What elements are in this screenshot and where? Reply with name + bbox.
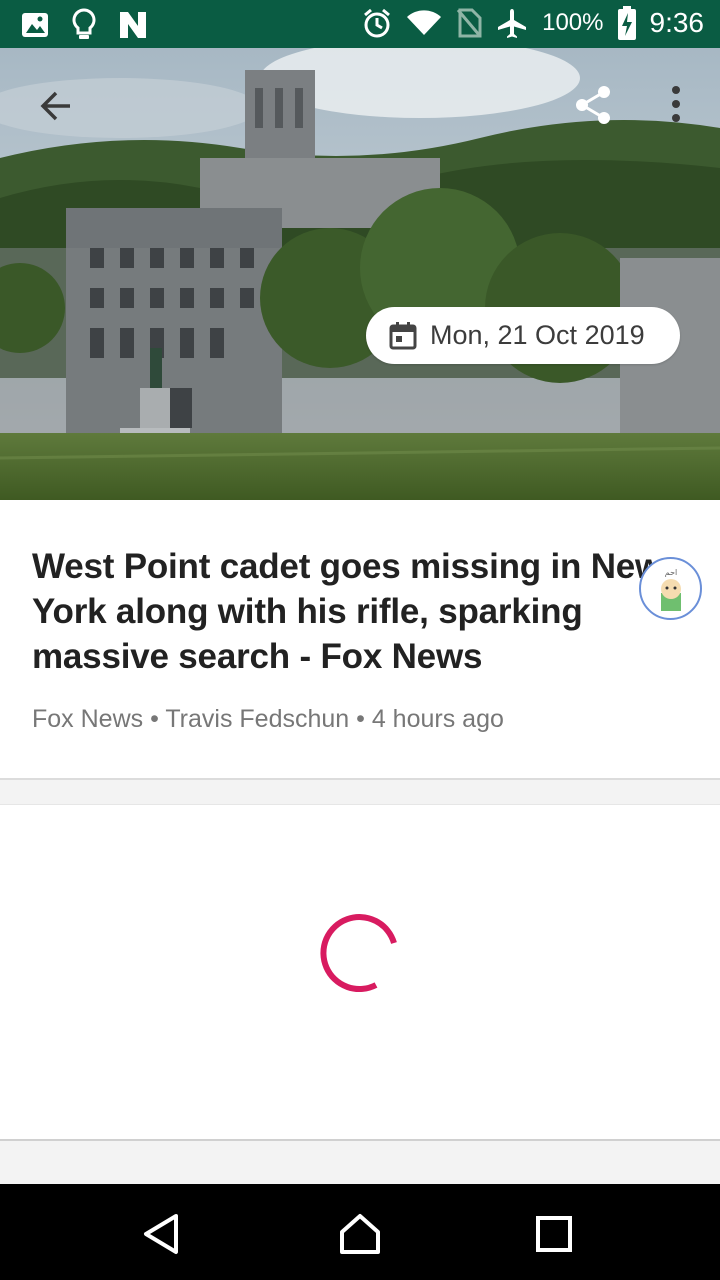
lightbulb-icon (72, 8, 96, 42)
more-options-icon[interactable] (666, 84, 686, 124)
hero-image: Mon, 21 Oct 2019 (0, 48, 720, 500)
avatar[interactable]: احم (639, 557, 702, 620)
svg-text:احم: احم (665, 568, 678, 577)
article-card[interactable]: West Point cadet goes missing in New Yor… (0, 500, 720, 780)
nav-home-icon[interactable] (338, 1212, 382, 1256)
battery-percent: 100% (542, 9, 604, 36)
airplane-mode-icon (496, 7, 528, 39)
article-headline: West Point cadet goes missing in New Yor… (32, 547, 663, 676)
clock: 9:36 (649, 7, 705, 38)
nav-back-icon[interactable] (140, 1212, 184, 1256)
nav-recents-icon[interactable] (532, 1212, 576, 1256)
share-icon[interactable] (572, 84, 614, 126)
battery-charging-icon (617, 6, 636, 40)
loading-spinner-icon (318, 913, 400, 995)
wifi-icon (406, 9, 442, 37)
n-notification-icon (118, 10, 148, 40)
article-date: Mon, 21 Oct 2019 (430, 320, 645, 350)
alarm-icon (362, 7, 392, 39)
system-nav-bar (0, 1184, 720, 1280)
loading-card (0, 804, 720, 1141)
calendar-icon (388, 321, 418, 351)
back-arrow-icon[interactable] (36, 86, 76, 126)
no-sim-icon (456, 8, 482, 38)
gallery-icon (20, 10, 50, 40)
status-bar: 100% 9:36 (0, 0, 720, 48)
article-meta: Fox News • Travis Fedschun • 4 hours ago (32, 705, 504, 733)
date-chip: Mon, 21 Oct 2019 (366, 307, 680, 364)
